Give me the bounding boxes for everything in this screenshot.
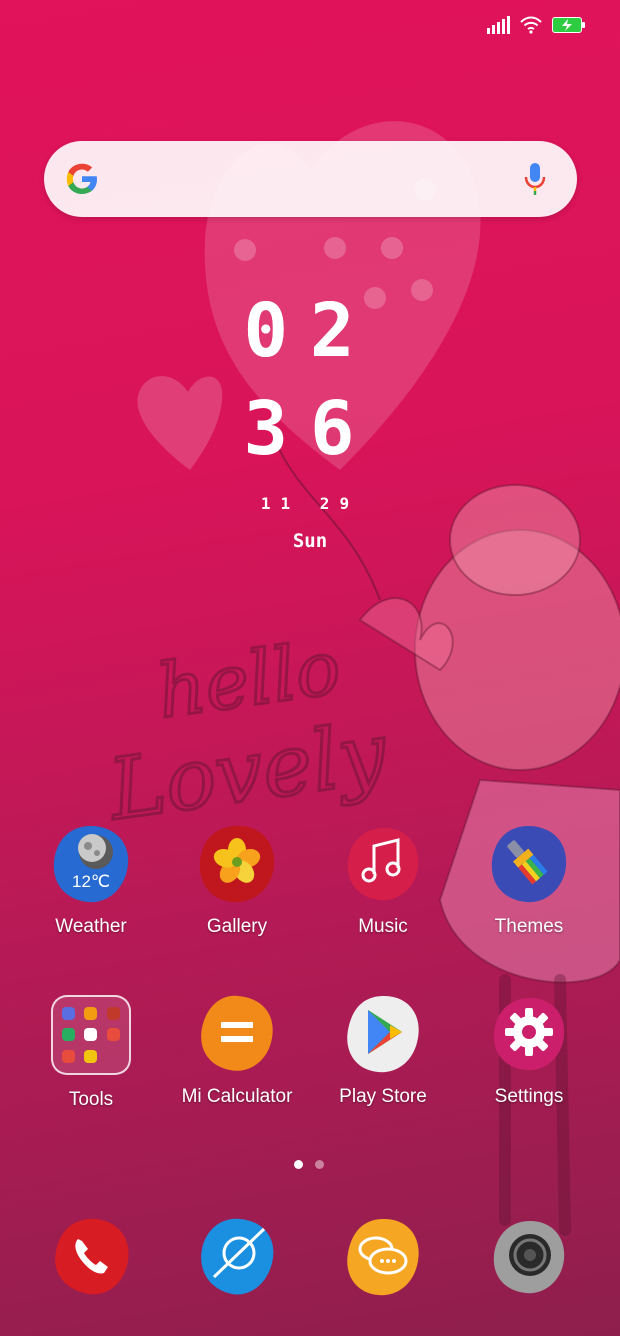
app-label: Weather: [55, 916, 127, 937]
mic-icon[interactable]: [523, 161, 547, 197]
app-label: Themes: [494, 916, 564, 937]
app-label: Music: [358, 916, 408, 937]
svg-text:Lovely: Lovely: [101, 703, 393, 839]
app-music[interactable]: Music: [310, 822, 456, 938]
folder-icon: [48, 995, 134, 1081]
camera-icon: [486, 1215, 572, 1301]
app-mi-calculator[interactable]: Mi Calculator: [164, 992, 310, 1108]
clock-weekday: Sun: [292, 530, 328, 552]
play-store-icon: [340, 992, 426, 1078]
themes-icon: [486, 822, 572, 908]
page-dot: [315, 1160, 324, 1169]
clock-hour[interactable]: 02: [0, 288, 620, 374]
app-folder-tools[interactable]: Tools: [18, 992, 164, 1111]
battery-icon: [552, 17, 585, 33]
weather-temperature: 12℃: [71, 872, 110, 891]
page-indicator: [294, 1160, 324, 1169]
app-label: Play Store: [339, 1086, 427, 1107]
app-label: Tools: [68, 1089, 114, 1110]
app-label: Settings: [494, 1086, 564, 1107]
clock-minute[interactable]: 36: [0, 386, 620, 472]
phone-icon: [48, 1215, 134, 1301]
wifi-icon: [520, 16, 542, 34]
dock-browser[interactable]: [164, 1215, 310, 1301]
signal-icon: [487, 16, 510, 34]
app-label: Gallery: [206, 916, 268, 937]
gallery-icon: [194, 822, 280, 908]
app-weather[interactable]: 12℃ Weather: [18, 822, 164, 938]
weather-icon: 12℃: [48, 822, 134, 908]
status-bar: [487, 16, 586, 34]
app-gallery[interactable]: Gallery: [164, 822, 310, 938]
app-play-store[interactable]: Play Store: [310, 992, 456, 1108]
clock-date: 11 29: [260, 494, 360, 513]
app-label: Mi Calculator: [181, 1086, 293, 1107]
dock-phone[interactable]: [18, 1215, 164, 1301]
messaging-icon: [340, 1215, 426, 1301]
google-g-icon: [66, 163, 97, 194]
google-search-bar[interactable]: [44, 141, 577, 217]
dock-camera[interactable]: [456, 1215, 602, 1301]
settings-icon: [486, 992, 572, 1078]
browser-icon: [194, 1215, 280, 1301]
svg-text:hello: hello: [152, 625, 346, 736]
app-themes[interactable]: Themes: [456, 822, 602, 938]
app-settings[interactable]: Settings: [456, 992, 602, 1108]
music-icon: [340, 822, 426, 908]
dock-messaging[interactable]: [310, 1215, 456, 1301]
calculator-icon: [194, 992, 280, 1078]
page-dot-active: [294, 1160, 303, 1169]
